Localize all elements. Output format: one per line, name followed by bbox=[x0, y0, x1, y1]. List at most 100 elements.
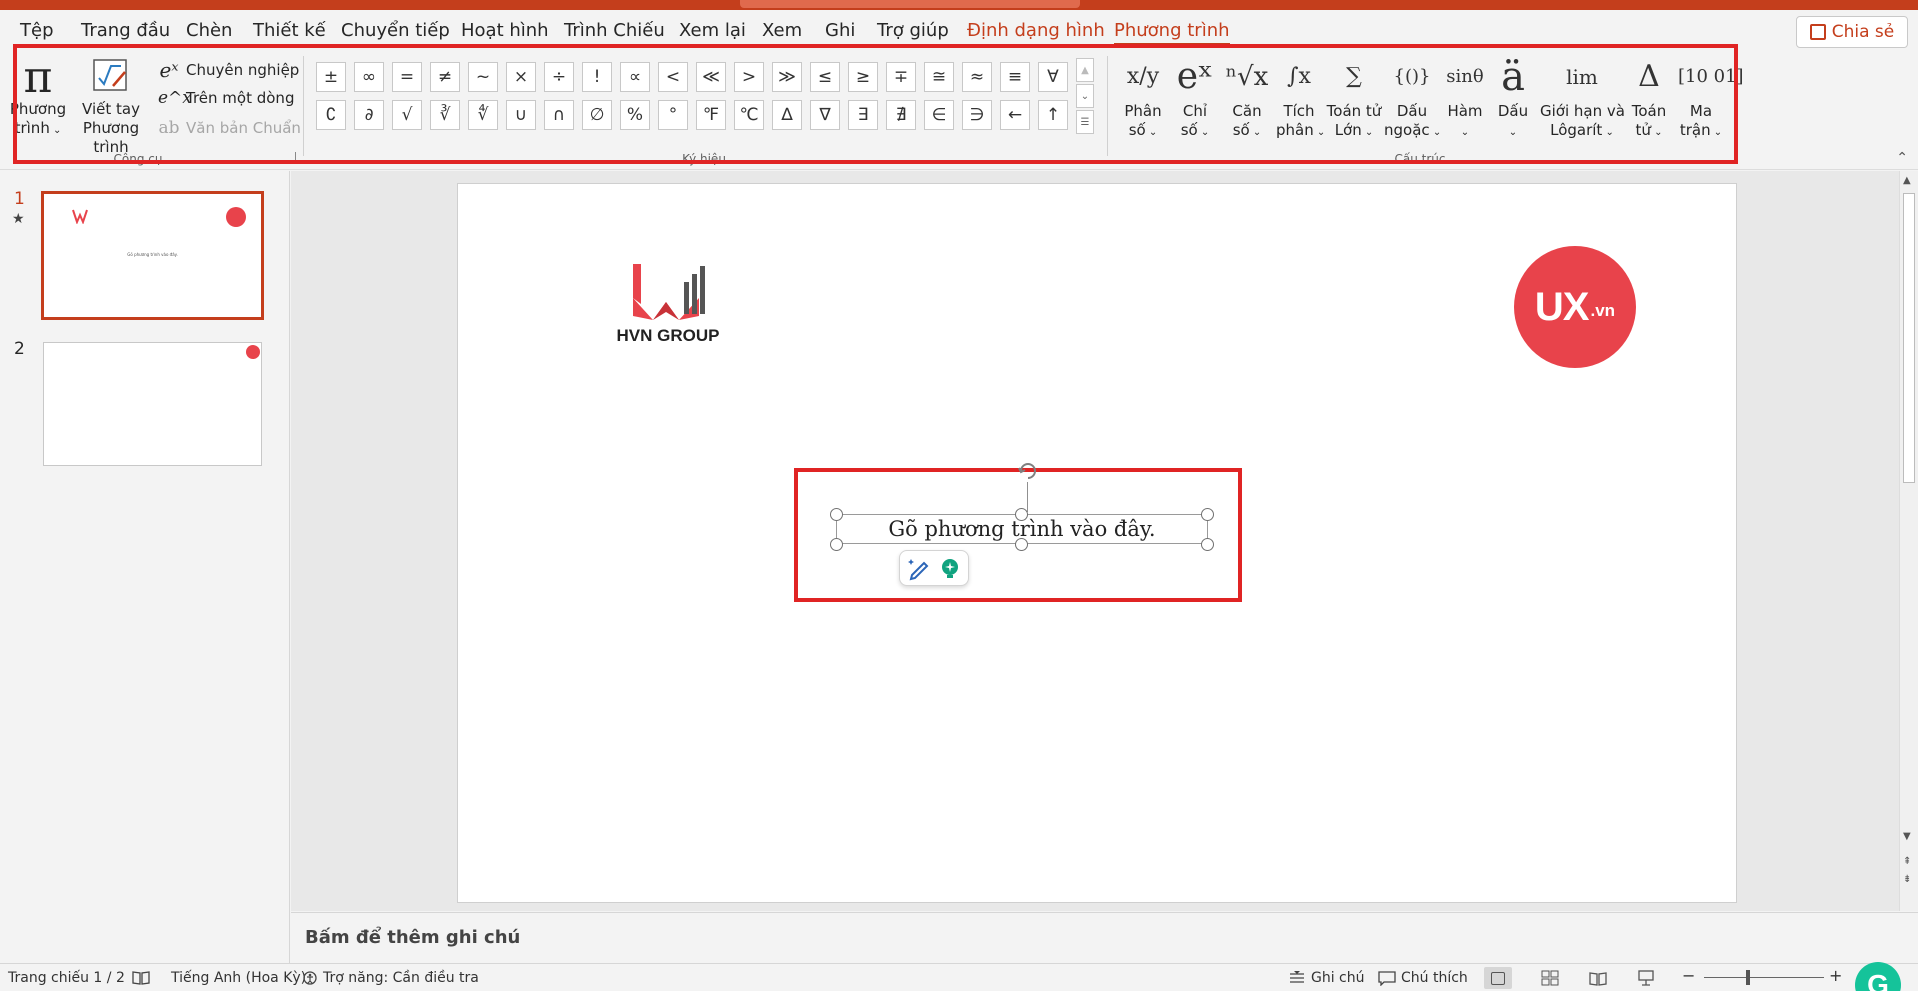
symbol-button[interactable]: ∓ bbox=[886, 62, 916, 92]
vertical-scrollbar[interactable]: ▲ ▼ ⇞ ⇟ bbox=[1899, 171, 1918, 911]
structure-button[interactable]: Δ Toán tử ⌄ bbox=[1626, 52, 1672, 142]
symbol-button[interactable]: ∞ bbox=[354, 62, 384, 92]
scroll-down-icon[interactable]: ▼ bbox=[1903, 831, 1911, 842]
previous-slide-icon[interactable]: ⇞ bbox=[1903, 856, 1911, 867]
symbol-button[interactable]: ≪ bbox=[696, 62, 726, 92]
notes-placeholder[interactable]: Bấm để thêm ghi chú bbox=[305, 927, 520, 948]
structure-button[interactable]: [10 01] Ma trận ⌄ bbox=[1678, 52, 1744, 142]
symbol-button[interactable]: ≥ bbox=[848, 62, 878, 92]
tab-shape-format[interactable]: Định dạng hình bbox=[967, 20, 1105, 41]
scroll-up-icon[interactable]: ▲ bbox=[1903, 175, 1911, 186]
slide-thumbnail-1[interactable]: Gõ phương trình vào đây. bbox=[41, 191, 264, 320]
symbol-button[interactable]: ∅ bbox=[582, 100, 612, 130]
structure-button[interactable]: sinθ Hàm ⌄ bbox=[1440, 52, 1490, 142]
normal-text-button[interactable]: ab Văn bản Chuẩn bbox=[158, 118, 300, 138]
symbol-button[interactable]: ∄ bbox=[886, 100, 916, 130]
symbol-button[interactable]: ∝ bbox=[620, 62, 650, 92]
tools-dialog-launcher[interactable] bbox=[286, 152, 296, 162]
tab-review[interactable]: Xem lại bbox=[679, 20, 746, 41]
equation-insert-button[interactable]: π Phương trình ⌄ bbox=[8, 56, 68, 140]
symbol-button[interactable]: ! bbox=[582, 62, 612, 92]
symbol-button[interactable]: ≈ bbox=[962, 62, 992, 92]
tab-transitions[interactable]: Chuyển tiếp bbox=[341, 20, 450, 41]
linear-button[interactable]: e^x Trên một dòng bbox=[158, 88, 294, 108]
symbol-button[interactable]: ∇ bbox=[810, 100, 840, 130]
symbol-button[interactable]: × bbox=[506, 62, 536, 92]
comments-toggle[interactable]: Chú thích bbox=[1378, 970, 1468, 986]
structure-button[interactable]: ∑ Toán tử Lớn ⌄ bbox=[1326, 52, 1382, 142]
tab-record[interactable]: Ghi bbox=[825, 20, 855, 41]
scrollbar-thumb[interactable] bbox=[1903, 193, 1915, 483]
symbol-button[interactable]: ∃ bbox=[848, 100, 878, 130]
symbol-button[interactable]: ~ bbox=[468, 62, 498, 92]
zoom-slider-track[interactable] bbox=[1704, 977, 1824, 978]
symbol-button[interactable]: √ bbox=[392, 100, 422, 130]
share-button[interactable]: Chia sẻ bbox=[1796, 16, 1908, 48]
zoom-in-icon[interactable]: + bbox=[1829, 966, 1842, 985]
structure-button[interactable]: lim Giới hạn và Lôgarít ⌄ bbox=[1540, 52, 1625, 142]
symbol-button[interactable]: < bbox=[658, 62, 688, 92]
resize-handle-bottom-left[interactable] bbox=[830, 538, 843, 551]
zoom-out-icon[interactable]: − bbox=[1682, 966, 1695, 985]
symbol-button[interactable]: ≠ bbox=[430, 62, 460, 92]
resize-handle-top-left[interactable] bbox=[830, 508, 843, 521]
symbol-button[interactable]: ∀ bbox=[1038, 62, 1068, 92]
tab-slideshow[interactable]: Trình Chiếu bbox=[564, 20, 665, 41]
slideshow-button[interactable] bbox=[1632, 967, 1660, 989]
designer-icon[interactable] bbox=[938, 556, 962, 580]
symbol-button[interactable]: ℉ bbox=[696, 100, 726, 130]
symbol-button[interactable]: ± bbox=[316, 62, 346, 92]
symbol-button[interactable]: ≤ bbox=[810, 62, 840, 92]
language-status[interactable]: Tiếng Anh (Hoa Kỳ) bbox=[171, 970, 306, 986]
structure-button[interactable]: ä Dấu ⌄ bbox=[1492, 52, 1534, 142]
tab-equation[interactable]: Phương trình bbox=[1114, 20, 1230, 46]
symbol-button[interactable]: ∈ bbox=[924, 100, 954, 130]
structure-button[interactable]: {()} Dấu ngoặc ⌄ bbox=[1384, 52, 1441, 142]
symbol-button[interactable]: ÷ bbox=[544, 62, 574, 92]
search-box[interactable] bbox=[740, 0, 1080, 8]
resize-handle-bottom-right[interactable] bbox=[1201, 538, 1214, 551]
tab-view[interactable]: Xem bbox=[762, 20, 802, 41]
ai-pen-icon[interactable] bbox=[906, 555, 932, 581]
symbol-button[interactable]: > bbox=[734, 62, 764, 92]
normal-view-button[interactable] bbox=[1484, 967, 1512, 989]
symbol-button[interactable]: ← bbox=[1000, 100, 1030, 130]
reading-view-button[interactable] bbox=[1584, 967, 1612, 989]
symbol-button[interactable]: ℃ bbox=[734, 100, 764, 130]
gallery-more-icon[interactable]: ☰ bbox=[1076, 110, 1094, 134]
ink-equation-button[interactable]: Viết tay Phương trình bbox=[66, 56, 156, 157]
structure-button[interactable]: eˣ Chỉ số ⌄ bbox=[1172, 52, 1218, 142]
gallery-up-icon[interactable]: ▲ bbox=[1076, 58, 1094, 82]
notes-pane[interactable]: Bấm để thêm ghi chú bbox=[291, 912, 1918, 963]
accessibility-status[interactable]: Trợ năng: Cần điều tra bbox=[302, 970, 479, 986]
rotate-handle-icon[interactable] bbox=[1016, 459, 1040, 483]
symbol-button[interactable]: ∛ bbox=[430, 100, 460, 130]
symbol-button[interactable]: ∋ bbox=[962, 100, 992, 130]
symbol-button[interactable]: % bbox=[620, 100, 650, 130]
symbol-button[interactable]: = bbox=[392, 62, 422, 92]
resize-handle-bottom[interactable] bbox=[1015, 538, 1028, 551]
structure-button[interactable]: ∫x Tích phân ⌄ bbox=[1276, 52, 1325, 142]
structure-button[interactable]: x/y Phân số ⌄ bbox=[1122, 52, 1164, 142]
tab-help[interactable]: Trợ giúp bbox=[877, 20, 949, 41]
resize-handle-top[interactable] bbox=[1015, 508, 1028, 521]
slide-thumbnail-2[interactable] bbox=[43, 342, 262, 466]
collapse-ribbon-icon[interactable]: ⌃ bbox=[1896, 150, 1908, 166]
notes-toggle[interactable]: Ghi chú bbox=[1288, 970, 1365, 986]
symbol-button[interactable]: ≡ bbox=[1000, 62, 1030, 92]
slide-sorter-button[interactable] bbox=[1536, 967, 1564, 989]
symbol-button[interactable]: ∆ bbox=[772, 100, 802, 130]
resize-handle-top-right[interactable] bbox=[1201, 508, 1214, 521]
symbol-button[interactable]: ∜ bbox=[468, 100, 498, 130]
next-slide-icon[interactable]: ⇟ bbox=[1903, 874, 1911, 885]
symbol-button[interactable]: ° bbox=[658, 100, 688, 130]
tab-insert[interactable]: Chèn bbox=[186, 20, 232, 41]
tab-animations[interactable]: Hoạt hình bbox=[461, 20, 549, 41]
gallery-down-icon[interactable]: ⌄ bbox=[1076, 84, 1094, 108]
symbol-button[interactable]: ≫ bbox=[772, 62, 802, 92]
symbol-button[interactable]: ∂ bbox=[354, 100, 384, 130]
slide-canvas[interactable]: HVN GROUP UX .vn Gõ phương trình vào đây… bbox=[457, 183, 1737, 903]
symbol-button[interactable]: ∩ bbox=[544, 100, 574, 130]
tab-design[interactable]: Thiết kế bbox=[253, 20, 326, 41]
zoom-slider-thumb[interactable] bbox=[1746, 970, 1750, 985]
